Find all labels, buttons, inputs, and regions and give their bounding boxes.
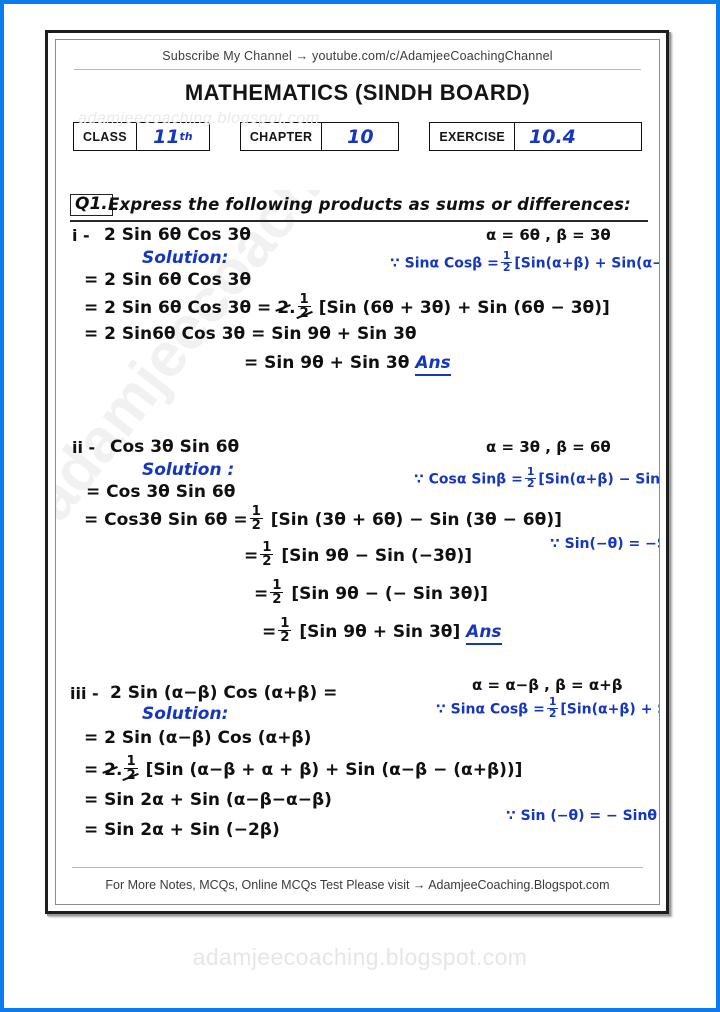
part-ii-step-2-lhs: = Cos3θ Sin 6θ = [84,509,248,530]
part-iii-formula-prefix: ∵ Sinα Cosβ = [436,701,545,718]
part-i-formula-body: [Sin(α+β) + Sin(α−β)] [514,255,659,272]
chapter-box: CHAPTER 10 [239,122,400,151]
part-i-half: 12 [297,292,311,322]
part-iii-label: iii - [70,684,99,703]
scanned-page: adamjeecoaching.blogspot.com Subscribe M… [45,30,669,914]
part-i-formula: ∵ Sinα Cosβ =12[Sin(α+β) + Sin(α−β)] [390,249,659,275]
part-ii-half-3: 12 [270,578,284,608]
part-i-solution-label: Solution: [142,248,229,268]
class-value: 11th [137,123,209,150]
part-ii-step-2: = Cos3θ Sin 6θ = 1 2 [Sin (3θ + 6θ) − Sin … [84,504,562,534]
part-ii-note: ∵ Sin(−θ) = −Sinθ [550,536,659,552]
part-i-expanded: [Sin (6θ + 3θ) + Sin (6θ − 3θ)] [318,297,610,318]
subscribe-line: Subscribe My Channel → youtube.com/c/Ada… [162,49,553,63]
part-iii-formula-fraction: 12 [546,695,559,720]
exercise-box: EXERCISE 10.4 [429,122,642,151]
chapter-label: CHAPTER [241,123,323,150]
part-i-formula-fraction: 12 [500,249,513,274]
part-iii-step-2: = 2. 1 2 [Sin (α−β + α + β) + Sin (α−β − (… [84,754,523,784]
part-i-answer-tag: Ans [415,353,451,376]
part-ii-label: ii - [72,438,96,457]
footer-divider [72,867,643,868]
page-title: MATHEMATICS (SINDH BOARD) [184,80,531,105]
header-divider [74,69,641,70]
part-ii-step-1: = Cos 3θ Sin 6θ [86,482,236,502]
exercise-value: 10.4 [529,125,576,148]
part-i-step-1: = 2 Sin 6θ Cos 3θ [84,270,252,290]
part-iii-cancel-two: 2 [104,759,117,780]
part-iii-formula-body: [Sin(α+β) + Sin(α−β)] [560,701,659,718]
handwritten-body: adamjeecoaching.blogspot.com Q1. Express… [56,190,659,848]
part-i-given: α = 6θ , β = 3θ [486,226,611,244]
footer-text: For More Notes, MCQs, Online MCQs Test P… [105,878,610,892]
part-ii-given: α = 3θ , β = 6θ [486,438,611,456]
part-ii-half: 12 [249,504,263,534]
part-i-formula-prefix: ∵ Sinα Cosβ = [390,255,499,272]
class-label: CLASS [74,123,137,150]
exercise-label: EXERCISE [430,123,515,150]
part-ii-half-2: 12 [260,540,274,570]
part-iii-note: ∵ Sin (−θ) = − Sinθ [506,808,658,824]
part-iii-formula: ∵ Sinα Cosβ =12[Sin(α+β) + Sin(α−β)] [436,695,659,721]
part-ii-formula-body: [Sin(α+β) − Sin(α−β)] [538,471,659,488]
part-ii-step-4: = 1 2 [Sin 9θ − (− Sin 3θ)] [254,578,488,608]
part-ii-step-3-body: [Sin 9θ − Sin (−3θ)] [281,545,473,566]
part-ii-statement: Cos 3θ Sin 6θ [110,437,240,457]
part-i-step-2: = 2 Sin 6θ Cos 3θ = 2. 1 2 [Sin (6θ + 3θ) … [84,292,610,322]
part-ii-formula: ∵ Cosα Sinβ =12[Sin(α+β) − Sin(α−β)] [414,465,659,491]
part-ii-step-4-body: [Sin 9θ − (− Sin 3θ)] [291,583,488,604]
chapter-value: 10 [347,125,374,148]
meta-row: CLASS 11th CHAPTER 10 EXERCISE 10.4 [73,122,642,151]
part-i-final: = Sin 9θ + Sin 3θ [244,353,410,373]
part-iii-half: 12 [124,754,138,784]
part-iii-solution-label: Solution: [142,704,229,724]
part-ii-solution-label: Solution : [142,460,235,480]
question-underline [70,220,648,222]
part-ii-step-3: = 1 2 [Sin 9θ − Sin (−3θ)] [244,540,473,570]
part-i-step-3: = 2 Sin6θ Cos 3θ = Sin 9θ + Sin 3θ [84,324,417,344]
part-iii-step-2-body: [Sin (α−β + α + β) + Sin (α−β − (α+β))] [145,759,523,780]
part-iii-step-1: = 2 Sin (α−β) Cos (α+β) [84,728,312,748]
class-box: CLASS 11th [73,122,210,151]
part-iii-given: α = α−β , β = α+β [472,676,623,694]
part-i-statement: 2 Sin 6θ Cos 3θ [104,225,251,245]
part-ii-step-5-body: [Sin 9θ + Sin 3θ] [299,621,461,642]
part-iii-step-3: = Sin 2α + Sin (α−β−α−β) [84,790,332,810]
part-iii-statement: 2 Sin (α−β) Cos (α+β) = [110,683,338,703]
part-ii-step-5: = 1 2 [Sin 9θ + Sin 3θ] Ans [262,616,502,646]
part-i-step-4: = Sin 9θ + Sin 3θ Ans [244,353,451,376]
part-ii-formula-prefix: ∵ Cosα Sinβ = [414,471,523,488]
part-ii-half-4: 12 [278,616,292,646]
class-suffix: th [179,130,193,143]
class-number: 11 [153,125,180,148]
question-number: Q1. [70,194,113,216]
part-iii-step-4: = Sin 2α + Sin (−2β) [84,820,280,840]
part-i-cancel-two: 2 [277,297,290,318]
watermark-bottom: adamjeecoaching.blogspot.com [192,944,528,970]
page-content: adamjeecoaching.blogspot.com Subscribe M… [55,39,660,905]
part-i-step-2-lhs: = 2 Sin 6θ Cos 3θ = [84,297,272,318]
part-ii-answer-tag: Ans [466,621,502,645]
screenshot-root: adamjeecoaching.blogspot.com Subscribe M… [0,0,720,1012]
question-text: Express the following products as sums o… [108,195,631,214]
part-i-label: i - [72,226,90,245]
part-ii-formula-fraction: 12 [524,465,537,490]
part-ii-expanded: [Sin (3θ + 6θ) − Sin (3θ − 6θ)] [270,509,562,530]
